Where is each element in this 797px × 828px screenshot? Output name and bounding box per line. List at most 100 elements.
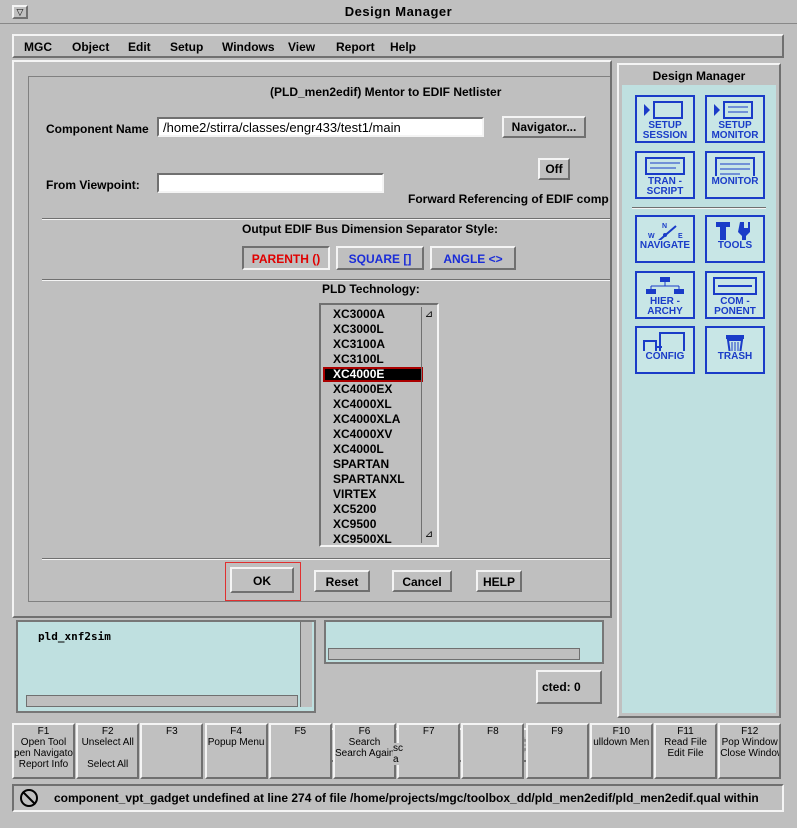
bus-option-parenth[interactable]: PARENTH () xyxy=(242,246,330,270)
hierarchy-icon xyxy=(646,277,684,294)
function-key-label xyxy=(463,748,522,759)
menu-setup[interactable]: Setup xyxy=(170,40,203,54)
list-item[interactable]: SPARTAN xyxy=(323,457,423,472)
svg-text:W: W xyxy=(648,233,655,240)
menu-report[interactable]: Report xyxy=(336,40,375,54)
function-key-label xyxy=(528,737,587,748)
list-item[interactable]: XC3000A xyxy=(323,307,423,322)
selected-count: cted: 0 xyxy=(536,670,602,704)
function-key-f4[interactable]: F4 Popup Menu xyxy=(204,723,268,779)
list-item[interactable]: XC5200 xyxy=(323,502,423,517)
function-key-label: F7 xyxy=(422,726,435,737)
function-key-f11[interactable]: F11 Read File Edit File xyxy=(654,723,717,779)
ok-button[interactable]: OK xyxy=(230,567,294,593)
function-key-label: Search Again xyxy=(335,748,395,759)
scroll-down-icon[interactable]: ⊿ xyxy=(423,529,435,541)
setup-monitor-icon xyxy=(714,101,753,119)
list-item[interactable]: SPARTANXL xyxy=(323,472,423,487)
transcript-button[interactable]: TRAN - SCRIPT xyxy=(635,151,695,199)
function-key-label xyxy=(592,759,651,770)
function-key-label: F8 xyxy=(487,726,499,737)
hierarchy-button[interactable]: HIER - ARCHY xyxy=(635,271,695,319)
function-key-label: Read File xyxy=(664,737,707,748)
function-key-label: pen Navigato xyxy=(14,748,73,759)
function-key-f9[interactable]: F9 xyxy=(525,723,589,779)
function-key-f5[interactable]: F5 xyxy=(268,723,332,779)
list-item[interactable]: XC9500 xyxy=(323,517,423,532)
menu-windows[interactable]: Windows xyxy=(222,40,275,54)
list-item[interactable]: XC4000L xyxy=(323,442,423,457)
trash-button[interactable]: TRASH xyxy=(705,326,765,374)
scroll-up-icon[interactable]: ⊿ xyxy=(423,309,435,321)
compass-icon: NW E xyxy=(648,223,683,240)
function-key-f1[interactable]: F1 Open Tool pen Navigato Report Info xyxy=(12,723,75,779)
menu-object[interactable]: Object xyxy=(72,40,109,54)
bus-option-angle[interactable]: ANGLE <> xyxy=(430,246,516,270)
list-item[interactable]: XC9500XL xyxy=(323,532,423,547)
list-item[interactable]: XC4000XLA xyxy=(323,412,423,427)
list-item[interactable]: XC4000XV xyxy=(323,427,423,442)
function-key-label xyxy=(271,737,330,748)
list-item[interactable]: XC4000EX xyxy=(323,382,423,397)
function-key-f3[interactable]: F3 xyxy=(140,723,204,779)
setup-session-button[interactable]: SETUP SESSION xyxy=(635,95,695,143)
menu-help[interactable]: Help xyxy=(390,40,416,54)
vertical-scrollbar[interactable]: ⊿ ⊿ xyxy=(421,307,435,543)
help-button[interactable]: HELP xyxy=(476,570,522,592)
component-name-input[interactable]: /home2/stirra/classes/engr433/test1/main xyxy=(157,117,484,137)
horizontal-scrollbar[interactable] xyxy=(26,695,298,707)
list-item[interactable]: XC3100A xyxy=(323,337,423,352)
function-key-f6[interactable]: F6 Search Search Again xyxy=(333,723,396,779)
cancel-button[interactable]: Cancel xyxy=(392,570,452,592)
list-item[interactable]: XC3000L xyxy=(323,322,423,337)
dialog-title: (PLD_men2edif) Mentor to EDIF Netlister xyxy=(270,85,502,99)
list-item[interactable]: VIRTEX xyxy=(323,487,423,502)
function-key-label xyxy=(335,759,394,770)
function-key-f7[interactable]: F7 xyxy=(397,723,461,779)
navigate-button[interactable]: NWE NAVIGATE xyxy=(635,215,695,263)
pld-items: XC3000A XC3000L XC3100A XC3100L XC4000E XC400… xyxy=(323,307,423,547)
function-key-f10[interactable]: F10 ulldown Men xyxy=(589,723,653,779)
list-item[interactable]: XC3100L xyxy=(323,352,423,367)
list-item[interactable]: XC4000E xyxy=(323,367,423,382)
function-key-label: F4 xyxy=(230,726,242,737)
config-button[interactable]: CONFIG xyxy=(635,326,695,374)
palette-divider xyxy=(632,207,766,209)
navigator-button[interactable]: Navigator... xyxy=(502,116,586,138)
horizontal-scrollbar[interactable] xyxy=(328,648,580,660)
menu-edit[interactable]: Edit xyxy=(128,40,151,54)
monitor-button[interactable]: MONITOR xyxy=(705,151,765,199)
function-key-label: Open Tool xyxy=(20,737,67,748)
function-key-f2[interactable]: F2 Unselect All Select All xyxy=(76,723,140,779)
pld-technology-listbox[interactable]: XC3000A XC3000L XC3100A XC3100L XC4000E XC400… xyxy=(319,303,439,547)
setup-monitor-button[interactable]: SETUP MONITOR xyxy=(705,95,765,143)
reset-button[interactable]: Reset xyxy=(314,570,370,592)
function-key-label: F10 xyxy=(612,726,630,737)
bus-option-square[interactable]: SQUARE [] xyxy=(336,246,424,270)
function-key-label: Popup Menu xyxy=(207,737,265,748)
function-key-label: F5 xyxy=(294,726,307,737)
tools-button[interactable]: TOOLS xyxy=(705,215,765,263)
function-key-label: Report Info xyxy=(18,759,69,770)
function-key-bar: F1 Open Tool pen Navigato Report Info F2 Unse… xyxy=(12,723,784,781)
list-item[interactable]: XC4000XL xyxy=(323,397,423,412)
function-key-f12[interactable]: F12 Pop Window Close Window xyxy=(718,723,782,779)
menu-mgc[interactable]: MGC xyxy=(24,40,52,54)
list-item[interactable]: pld_xnf2sim xyxy=(38,630,111,643)
divider xyxy=(42,558,610,560)
from-viewpoint-input[interactable] xyxy=(157,173,384,193)
function-key-label xyxy=(271,759,330,770)
transcript-icon xyxy=(645,157,685,175)
forward-ref-toggle[interactable]: Off xyxy=(538,158,570,180)
component-button[interactable]: COM - PONENT xyxy=(705,271,765,319)
menu-view[interactable]: View xyxy=(288,40,315,54)
function-key-label xyxy=(399,759,458,770)
setup-session-icon xyxy=(644,101,683,119)
function-key-label xyxy=(720,759,779,770)
palette-title: Design Manager xyxy=(652,69,746,83)
bus-separator-label: Output EDIF Bus Dimension Separator Styl… xyxy=(242,222,499,236)
function-key-f8[interactable]: F8 xyxy=(461,723,525,779)
vertical-scrollbar[interactable] xyxy=(300,622,312,707)
function-key-label: F3 xyxy=(166,726,178,737)
function-key-label: F2 xyxy=(101,726,114,737)
